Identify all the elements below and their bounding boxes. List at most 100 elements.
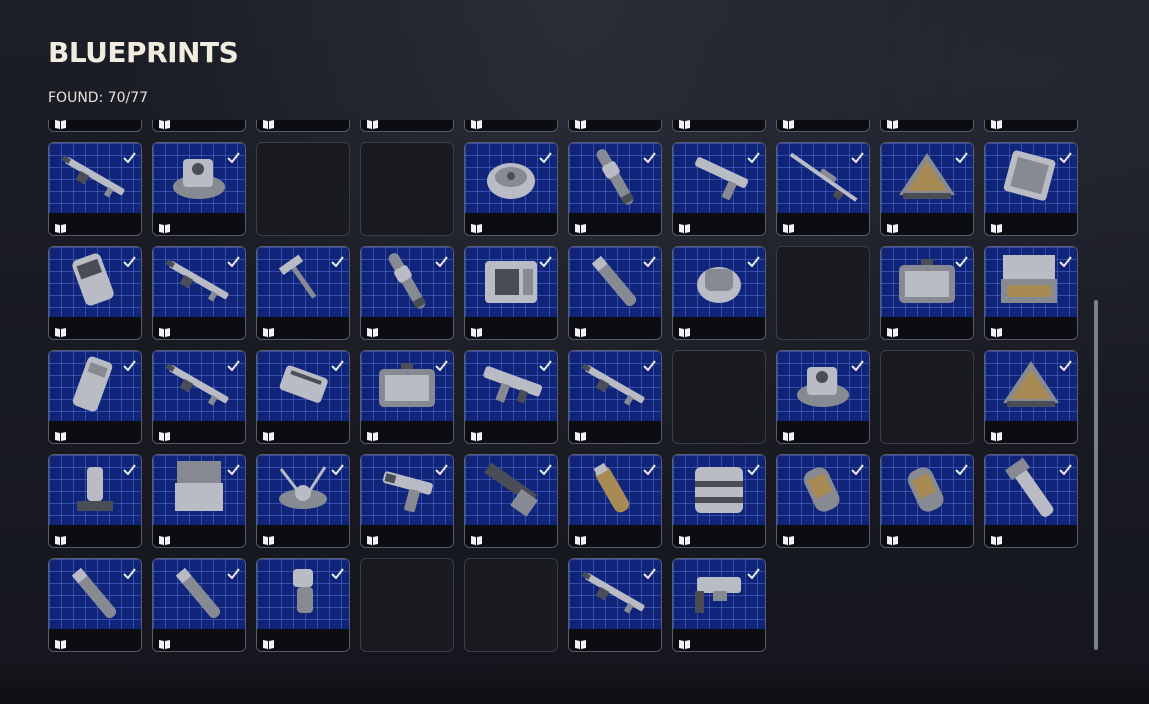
blueprint-card[interactable] <box>776 142 870 236</box>
blueprint-card-footer <box>257 421 349 443</box>
check-icon <box>1059 148 1072 164</box>
book-icon <box>782 531 795 545</box>
check-icon <box>227 564 240 580</box>
book-icon <box>990 323 1003 337</box>
blueprint-card-footer <box>361 317 453 339</box>
check-icon <box>227 252 240 268</box>
blueprint-slot-empty[interactable] <box>360 142 454 236</box>
book-icon <box>886 120 899 129</box>
blueprint-slot-empty[interactable] <box>880 350 974 444</box>
blueprint-card[interactable] <box>880 454 974 548</box>
blueprint-card-footer <box>985 317 1077 339</box>
blueprint-card-footer <box>881 317 973 339</box>
blueprint-card[interactable] <box>256 558 350 652</box>
blueprint-card[interactable] <box>464 350 558 444</box>
blueprint-card[interactable] <box>568 246 662 340</box>
book-icon <box>886 323 899 337</box>
blueprint-card-footer <box>985 213 1077 235</box>
blueprint-card[interactable] <box>152 246 246 340</box>
book-icon <box>366 531 379 545</box>
check-icon <box>643 564 656 580</box>
blueprint-slot-empty[interactable] <box>360 558 454 652</box>
blueprint-card[interactable] <box>880 246 974 340</box>
blueprint-slot-empty[interactable] <box>776 246 870 340</box>
blueprint-card[interactable] <box>984 120 1078 132</box>
blueprint-card[interactable] <box>48 246 142 340</box>
check-icon <box>955 148 968 164</box>
check-icon <box>643 460 656 476</box>
check-icon <box>851 356 864 372</box>
blueprint-grid[interactable] <box>44 120 1088 654</box>
book-icon <box>990 427 1003 441</box>
book-icon <box>54 120 67 129</box>
blueprint-card[interactable] <box>984 454 1078 548</box>
book-icon <box>158 120 171 129</box>
blueprint-card[interactable] <box>568 454 662 548</box>
blueprint-card[interactable] <box>672 142 766 236</box>
check-icon <box>1059 252 1072 268</box>
blueprint-card[interactable] <box>672 454 766 548</box>
blueprint-card[interactable] <box>152 142 246 236</box>
blueprint-card[interactable] <box>360 246 454 340</box>
blueprints-panel: BLUEPRINTS FOUND: 70/77 <box>0 0 1149 704</box>
blueprint-card[interactable] <box>464 120 558 132</box>
blueprint-slot-empty[interactable] <box>672 350 766 444</box>
blueprint-card-footer <box>153 317 245 339</box>
blueprint-card[interactable] <box>48 142 142 236</box>
blueprint-card-footer <box>153 120 245 131</box>
blueprint-card-footer <box>673 525 765 547</box>
blueprint-card[interactable] <box>48 558 142 652</box>
blueprint-card[interactable] <box>464 454 558 548</box>
check-icon <box>955 460 968 476</box>
book-icon <box>678 120 691 129</box>
blueprint-card[interactable] <box>256 120 350 132</box>
blueprint-card[interactable] <box>776 454 870 548</box>
blueprint-card[interactable] <box>984 246 1078 340</box>
blueprint-card[interactable] <box>568 558 662 652</box>
blueprint-card[interactable] <box>256 246 350 340</box>
blueprint-card[interactable] <box>464 246 558 340</box>
blueprint-card[interactable] <box>256 454 350 548</box>
blueprint-card[interactable] <box>464 142 558 236</box>
blueprint-card-footer <box>777 421 869 443</box>
blueprint-card[interactable] <box>672 246 766 340</box>
blueprint-card[interactable] <box>984 142 1078 236</box>
blueprint-slot-empty[interactable] <box>256 142 350 236</box>
blueprint-card[interactable] <box>568 350 662 444</box>
blueprint-card[interactable] <box>48 454 142 548</box>
blueprint-card[interactable] <box>152 454 246 548</box>
book-icon <box>782 120 795 129</box>
blueprint-slot-empty[interactable] <box>464 558 558 652</box>
blueprint-card[interactable] <box>776 350 870 444</box>
check-icon <box>851 148 864 164</box>
blueprint-card[interactable] <box>568 142 662 236</box>
blueprint-card-footer <box>569 317 661 339</box>
check-icon <box>747 460 760 476</box>
blueprint-card[interactable] <box>360 454 454 548</box>
blueprint-card[interactable] <box>256 350 350 444</box>
check-icon <box>1059 356 1072 372</box>
check-icon <box>643 148 656 164</box>
check-icon <box>123 460 136 476</box>
scrollbar-thumb[interactable] <box>1094 300 1098 650</box>
blueprint-card[interactable] <box>152 558 246 652</box>
book-icon <box>158 427 171 441</box>
blueprint-card[interactable] <box>880 142 974 236</box>
blueprint-card[interactable] <box>48 120 142 132</box>
blueprint-card[interactable] <box>152 120 246 132</box>
blueprint-card-footer <box>49 317 141 339</box>
blueprint-card[interactable] <box>360 120 454 132</box>
blueprint-card[interactable] <box>984 350 1078 444</box>
book-icon <box>366 427 379 441</box>
blueprint-card[interactable] <box>48 350 142 444</box>
blueprint-card-footer <box>777 525 869 547</box>
blueprint-card[interactable] <box>672 120 766 132</box>
blueprint-card[interactable] <box>776 120 870 132</box>
blueprint-card[interactable] <box>672 558 766 652</box>
blueprint-card[interactable] <box>568 120 662 132</box>
blueprint-card[interactable] <box>152 350 246 444</box>
blueprint-card-footer <box>673 120 765 131</box>
check-icon <box>123 252 136 268</box>
blueprint-card[interactable] <box>360 350 454 444</box>
blueprint-card[interactable] <box>880 120 974 132</box>
